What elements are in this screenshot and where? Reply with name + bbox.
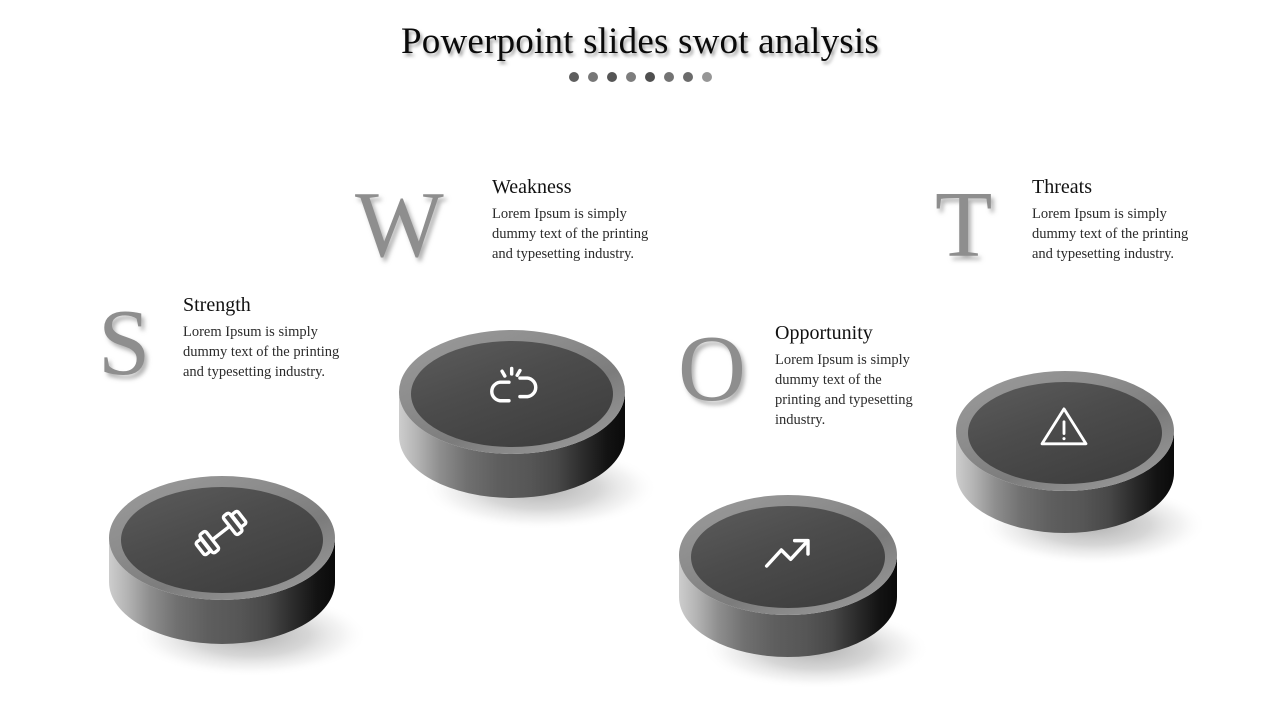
cylinder-weakness[interactable] [388, 328, 658, 538]
cylinder-top-face [121, 487, 323, 593]
threats-body: Lorem Ipsum is simply dummy text of the … [1032, 206, 1189, 262]
swot-slide: Powerpoint slides swot analysis S Streng… [0, 0, 1280, 720]
cylinder-top-face [411, 341, 613, 447]
threats-heading: Threats [1032, 176, 1092, 198]
cylinder-strength[interactable] [98, 472, 368, 682]
big-letter-t: T [935, 173, 993, 277]
cylinder-threats[interactable] [945, 370, 1207, 575]
cylinder-top-face [691, 506, 885, 608]
cylinder-top-face [968, 382, 1162, 484]
cylinder-opportunity[interactable] [668, 492, 930, 697]
threats-text: Threats Lorem Ipsum is simply dummy text… [1032, 176, 1207, 265]
